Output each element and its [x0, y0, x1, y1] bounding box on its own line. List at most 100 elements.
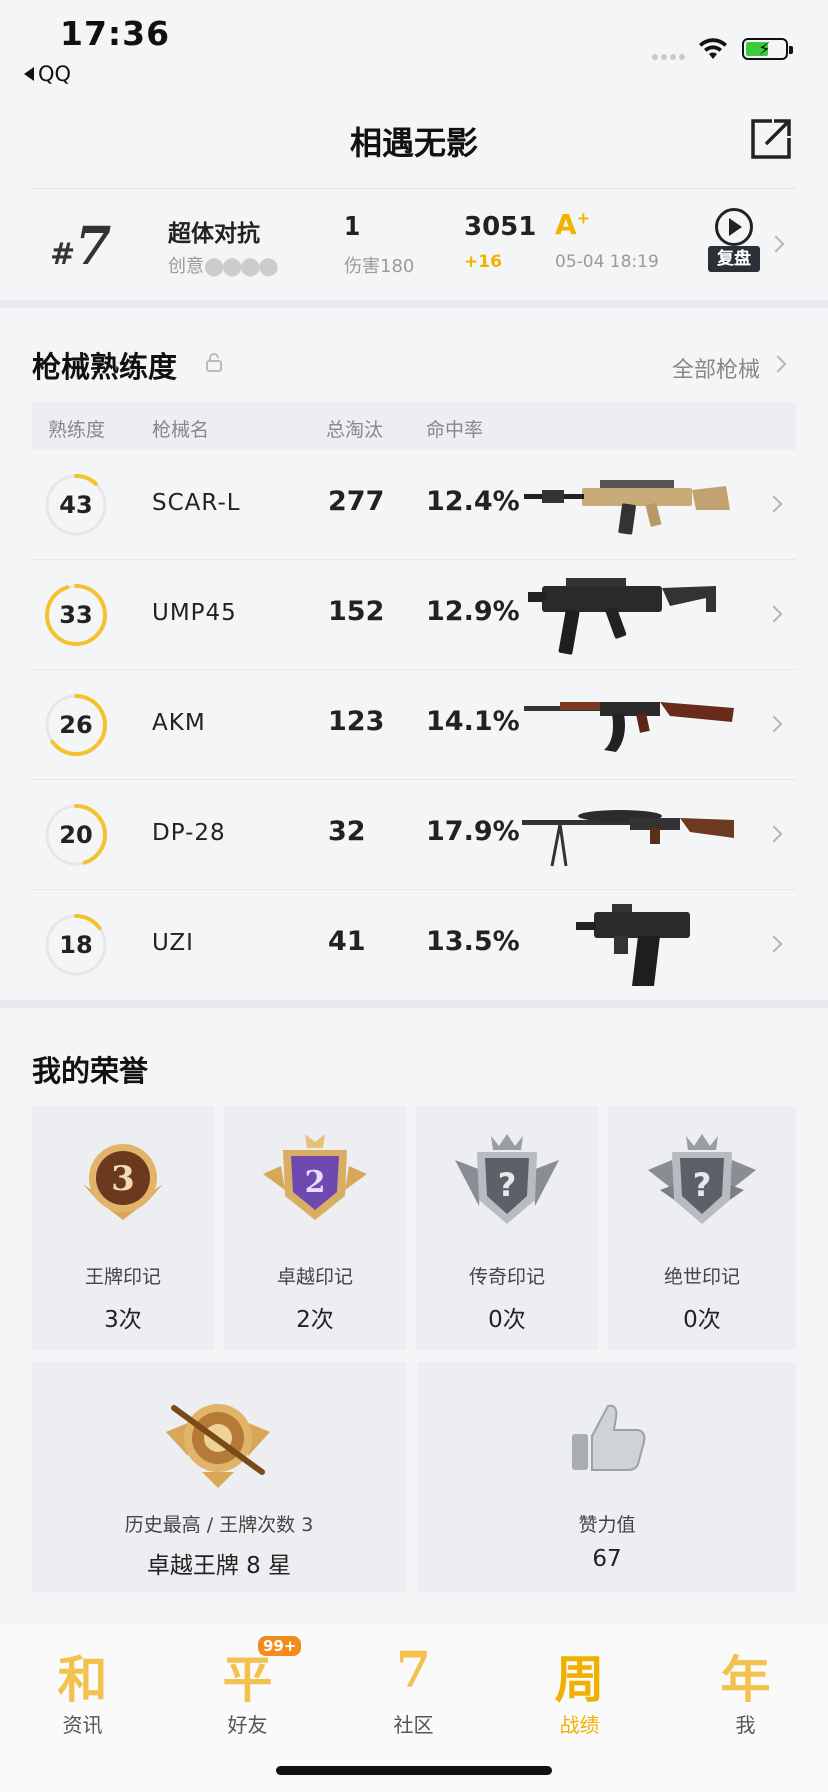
- weapon-row[interactable]: 18 UZI 41 13.5%: [32, 890, 796, 1000]
- tab-community[interactable]: 7 社区: [331, 1624, 496, 1744]
- signal-icon: [652, 54, 685, 60]
- weapon-section-title: 枪械熟练度: [32, 350, 178, 384]
- akm-rifle-icon: [524, 702, 734, 752]
- header-accuracy: 命中率: [426, 419, 484, 441]
- honor-count: 3次: [104, 1307, 142, 1333]
- honor-label: 卓越印记: [276, 1266, 353, 1288]
- history-best-card[interactable]: 历史最高 / 王牌次数 3 卓越王牌 8 星: [32, 1362, 406, 1592]
- proficiency-level: 26: [59, 711, 93, 739]
- ace-medal-icon: 3: [83, 1144, 163, 1220]
- legend-medal-locked-icon: ?: [455, 1134, 559, 1224]
- match-grade: A+: [555, 208, 591, 241]
- honor-card-ace[interactable]: 3 王牌印记 3次: [32, 1106, 214, 1350]
- header-kills: 总淘汰: [326, 419, 384, 441]
- svg-text:?: ?: [693, 1166, 712, 1204]
- thumbs-up-icon: [572, 1404, 646, 1471]
- records-tab-icon: 周: [554, 1650, 605, 1709]
- weapon-accuracy: 17.9%: [426, 816, 520, 847]
- all-weapons-link[interactable]: 全部枪械: [672, 352, 760, 384]
- peerless-medal-locked-icon: ?: [648, 1134, 756, 1224]
- proficiency-ring: 18: [44, 913, 108, 977]
- chevron-right-icon: [765, 715, 783, 733]
- tab-news[interactable]: 和 资讯: [0, 1624, 165, 1744]
- tab-friends[interactable]: 平 好友: [165, 1624, 330, 1744]
- history-label: 历史最高 / 王牌次数 3: [124, 1514, 314, 1536]
- match-rank: #7: [50, 216, 112, 277]
- svg-text:?: ?: [498, 1166, 517, 1204]
- latest-match-row[interactable]: #7 超体对抗 创意⬤⬤⬤⬤ 1 伤害180 3051 +16 A+ 05-04…: [0, 190, 828, 300]
- weapon-name: UMP45: [152, 600, 237, 626]
- dp-28-lmg-icon: [522, 810, 734, 867]
- honor-card-elite[interactable]: 2 卓越印记 2次: [224, 1106, 406, 1350]
- scar-l-rifle-icon: [524, 480, 730, 535]
- weapon-name: UZI: [152, 930, 194, 956]
- weapon-name: DP-28: [152, 820, 226, 846]
- ump45-smg-icon: [528, 578, 716, 655]
- weapon-row[interactable]: 43 SCAR-L 277 12.4%: [32, 450, 796, 560]
- replay-button[interactable]: 复盘: [708, 208, 760, 280]
- proficiency-level: 43: [59, 491, 93, 519]
- section-separator: [0, 1000, 828, 1008]
- weapon-row[interactable]: 33 UMP45 152 12.9%: [32, 560, 796, 670]
- proficiency-level: 33: [59, 601, 93, 629]
- tab-label: 好友: [227, 1713, 268, 1737]
- honor-label: 绝世印记: [663, 1266, 740, 1288]
- proficiency-ring: 20: [44, 803, 108, 867]
- tab-label: 战绩: [559, 1713, 600, 1737]
- section-separator: [0, 300, 828, 308]
- tab-label: 社区: [393, 1713, 434, 1737]
- weapon-accuracy: 14.1%: [426, 706, 520, 737]
- tab-label: 资讯: [62, 1713, 103, 1737]
- svg-text:3: 3: [111, 1159, 135, 1199]
- weapon-kills: 123: [328, 706, 385, 737]
- tab-records[interactable]: 周 战绩: [497, 1624, 662, 1744]
- honor-card-peerless[interactable]: ? 绝世印记 0次: [608, 1106, 796, 1350]
- proficiency-ring: 33: [44, 583, 108, 647]
- honor-card-legend[interactable]: ? 传奇印记 0次: [416, 1106, 598, 1350]
- chevron-right-icon: [765, 605, 783, 623]
- elite-medal-icon: 2: [263, 1134, 367, 1220]
- match-score-delta: +16: [464, 252, 502, 272]
- weapon-kills: 32: [328, 816, 366, 847]
- proficiency-level: 18: [59, 931, 93, 959]
- weapon-kills: 152: [328, 596, 385, 627]
- wifi-icon: [699, 38, 727, 59]
- page-title: 相遇无影: [349, 124, 478, 162]
- conqueror-emblem-icon: [166, 1404, 270, 1488]
- weapon-accuracy: 12.9%: [426, 596, 520, 627]
- back-to-app-button[interactable]: QQ: [24, 62, 71, 86]
- replay-label: 复盘: [708, 246, 760, 272]
- likes-card[interactable]: 赞力值 67: [418, 1362, 796, 1592]
- match-score: 3051: [464, 212, 537, 242]
- match-mode: 超体对抗: [168, 221, 260, 247]
- weapon-row[interactable]: 20 DP-28 32 17.9%: [32, 780, 796, 890]
- battery-icon: ⚡: [742, 38, 793, 60]
- header-name: 枪械名: [152, 419, 210, 441]
- weapon-row[interactable]: 26 AKM 123 14.1%: [32, 670, 796, 780]
- tab-me[interactable]: 年 我: [663, 1624, 828, 1744]
- community-tab-icon: 7: [396, 1640, 431, 1699]
- header-level: 熟练度: [48, 419, 106, 441]
- honor-count: 0次: [683, 1307, 721, 1333]
- chevron-right-icon: [767, 235, 785, 253]
- notification-badge: 99+: [258, 1636, 302, 1656]
- chevron-right-icon: [765, 495, 783, 513]
- chevron-right-icon: [769, 355, 787, 373]
- honor-label: 传奇印记: [468, 1266, 545, 1288]
- uzi-smg-icon: [576, 904, 690, 986]
- news-tab-icon: 和: [57, 1650, 108, 1709]
- weapon-table-header: 熟练度 枪械名 总淘汰 命中率: [32, 402, 796, 450]
- tab-label: 我: [735, 1713, 756, 1737]
- weapon-accuracy: 12.4%: [426, 486, 520, 517]
- proficiency-ring: 43: [44, 473, 108, 537]
- match-date: 05-04 18:19: [555, 252, 659, 272]
- weapon-kills: 41: [328, 926, 366, 957]
- match-kills: 1: [344, 212, 361, 242]
- share-icon[interactable]: [750, 118, 792, 160]
- proficiency-level: 20: [59, 821, 93, 849]
- honors-section-title: 我的荣誉: [32, 1054, 149, 1088]
- match-creator: 创意⬤⬤⬤⬤: [168, 256, 279, 277]
- back-arrow-icon: [24, 67, 34, 81]
- chevron-right-icon: [765, 935, 783, 953]
- svg-text:2: 2: [305, 1165, 326, 1200]
